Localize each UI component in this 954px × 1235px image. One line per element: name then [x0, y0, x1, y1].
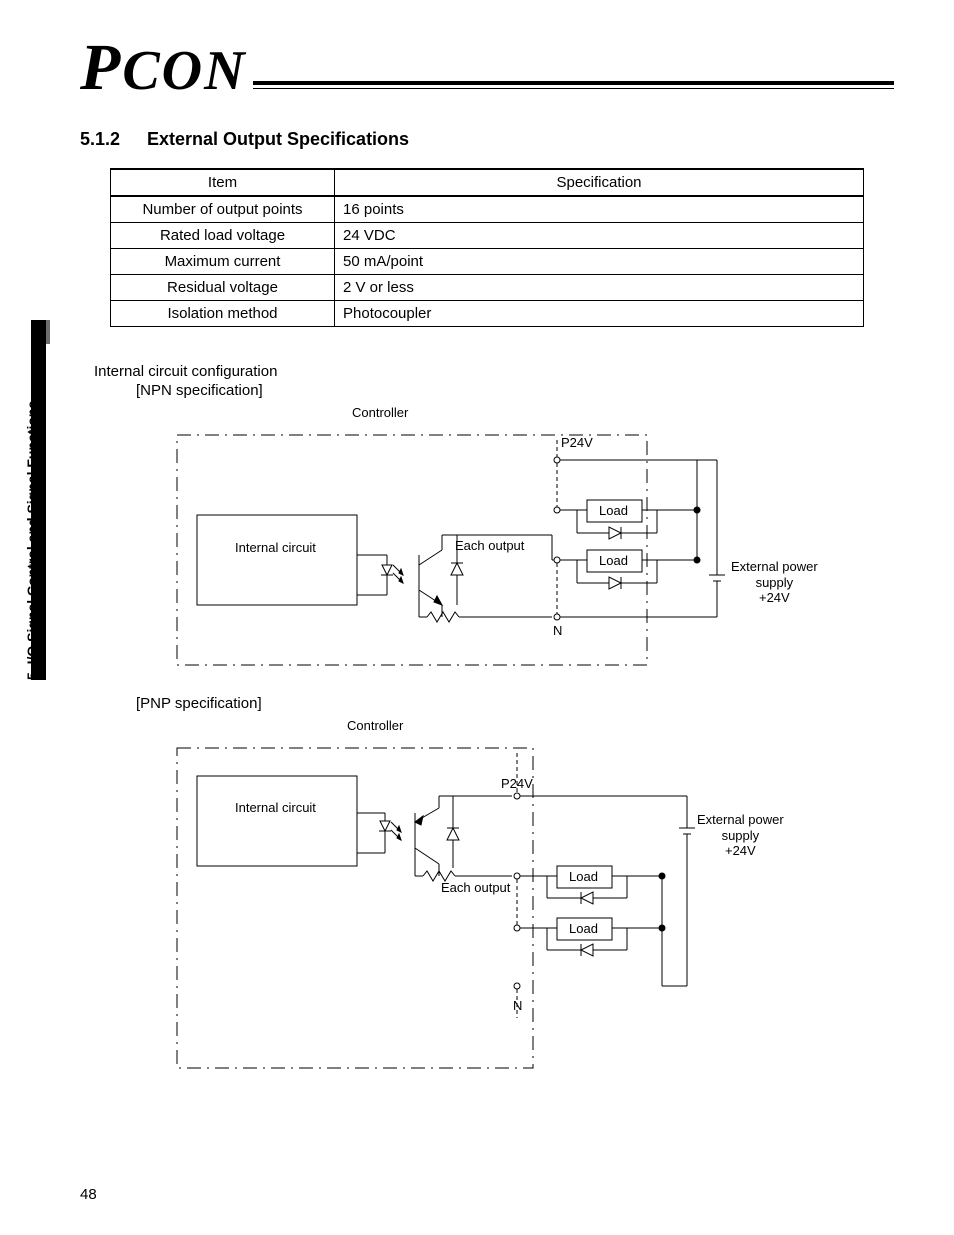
config-heading: Internal circuit configuration [94, 363, 894, 380]
lbl-controller2: Controller [347, 718, 403, 734]
cell-spec: 16 points [335, 196, 864, 223]
lbl-extpwr: External power supply +24V [731, 559, 818, 606]
lbl-internal2: Internal circuit [235, 800, 316, 816]
lbl-eachout: Each output [455, 538, 524, 554]
cell-spec: 50 mA/point [335, 249, 864, 275]
section-heading: External Output Specifications [147, 129, 409, 149]
col-spec: Specification [335, 169, 864, 196]
cell-spec: 2 V or less [335, 275, 864, 301]
table-row: Maximum current 50 mA/point [111, 249, 864, 275]
lbl-eachout2: Each output [441, 880, 510, 896]
lbl-n2: N [513, 998, 522, 1014]
cell-item: Isolation method [111, 301, 335, 327]
spec-table: Item Specification Number of output poin… [110, 168, 864, 327]
lbl-load3: Load [569, 869, 598, 885]
table-header-row: Item Specification [111, 169, 864, 196]
npn-diagram: Controller Internal circuit Each output … [157, 405, 817, 675]
table-row: Rated load voltage 24 VDC [111, 223, 864, 249]
lbl-controller: Controller [352, 405, 408, 421]
col-item: Item [111, 169, 335, 196]
cell-spec: 24 VDC [335, 223, 864, 249]
lbl-extpwr2: External power supply +24V [697, 812, 784, 859]
npn-label: [NPN specification] [136, 382, 894, 399]
pnp-label: [PNP specification] [136, 695, 894, 712]
lbl-load1: Load [599, 503, 628, 519]
lbl-n: N [553, 623, 562, 639]
cell-spec: Photocoupler [335, 301, 864, 327]
cell-item: Residual voltage [111, 275, 335, 301]
section-title: 5.1.2 External Output Specifications [80, 129, 894, 150]
header: PCON [80, 35, 894, 101]
lbl-load4: Load [569, 921, 598, 937]
header-rule [253, 81, 894, 89]
cell-item: Maximum current [111, 249, 335, 275]
pnp-diagram: Controller Internal circuit Each output … [157, 718, 817, 1078]
table-row: Isolation method Photocoupler [111, 301, 864, 327]
table-row: Residual voltage 2 V or less [111, 275, 864, 301]
table-row: Number of output points 16 points [111, 196, 864, 223]
page-number: 48 [80, 1186, 97, 1203]
cell-item: Rated load voltage [111, 223, 335, 249]
lbl-internal: Internal circuit [235, 540, 316, 556]
lbl-load2: Load [599, 553, 628, 569]
lbl-p24v2: P24V [501, 776, 533, 792]
cell-item: Number of output points [111, 196, 335, 223]
pnp-diagram-svg [157, 718, 817, 1078]
lbl-p24v: P24V [561, 435, 593, 451]
section-number: 5.1.2 [80, 129, 142, 150]
logo: PCON [80, 35, 247, 101]
